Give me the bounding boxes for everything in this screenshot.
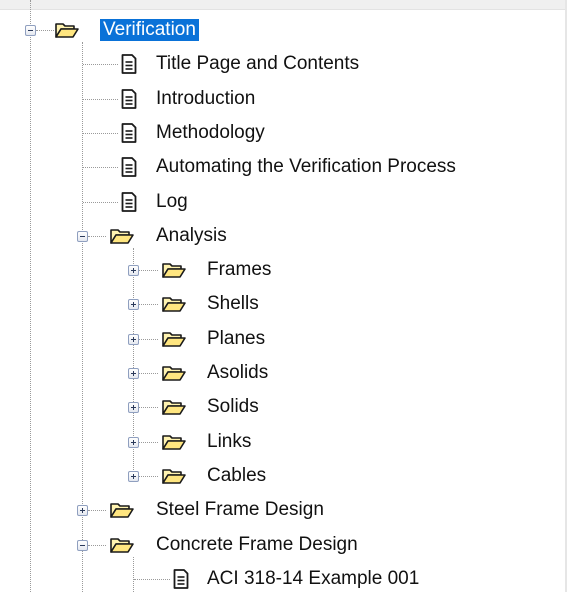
tree-connector-line [139,476,158,477]
tree-connector-line [83,64,118,65]
open-folder-icon [162,330,186,348]
collapse-toggle[interactable] [77,540,88,551]
tree-connector-line [30,0,31,592]
tree-connector-line [139,407,158,408]
tree-node-links[interactable]: Links [204,431,254,453]
expand-toggle[interactable] [128,471,139,482]
expand-toggle[interactable] [77,505,88,516]
tree-node-steel-frame-design[interactable]: Steel Frame Design [153,499,327,521]
tree-connector-line [139,270,158,271]
expand-toggle[interactable] [128,265,139,276]
collapse-toggle[interactable] [77,231,88,242]
tree-connector-line [83,133,118,134]
open-folder-icon [162,398,186,416]
tree-node-automating-the-verification-process[interactable]: Automating the Verification Process [153,156,459,178]
tree-node-concrete-frame-design[interactable]: Concrete Frame Design [153,534,361,556]
open-folder-icon [110,536,134,554]
expand-toggle[interactable] [128,299,139,310]
open-folder-icon [162,295,186,313]
tree-node-aci-318-14-example-001[interactable]: ACI 318-14 Example 001 [204,568,422,590]
document-icon [173,569,189,589]
tree-connector-line [139,304,158,305]
tree-node-asolids[interactable]: Asolids [204,362,271,384]
open-folder-icon [162,467,186,485]
tree-node-frames[interactable]: Frames [204,259,274,281]
expand-toggle[interactable] [128,402,139,413]
tree-connector-line [88,236,106,237]
tree-connector-line [139,339,158,340]
tree-node-analysis[interactable]: Analysis [153,225,230,247]
open-folder-icon [162,261,186,279]
tree-node-planes[interactable]: Planes [204,328,268,350]
tree-connector-line [83,99,118,100]
collapse-toggle[interactable] [25,25,36,36]
tree-node-introduction[interactable]: Introduction [153,88,258,110]
tree-node-cables[interactable]: Cables [204,465,269,487]
tree-node-shells[interactable]: Shells [204,293,262,315]
tree-connector-line [88,545,106,546]
document-icon [121,192,137,212]
tree-connector-line [134,579,170,580]
tree-connector-line [139,442,158,443]
tree-node-verification[interactable]: Verification [100,19,199,41]
open-folder-icon [110,227,134,245]
document-icon [121,89,137,109]
document-icon [121,123,137,143]
tree-connector-line [139,373,158,374]
tree-node-title-page-and-contents[interactable]: Title Page and Contents [153,53,362,75]
tree-node-methodology[interactable]: Methodology [153,122,268,144]
tree-node-solids[interactable]: Solids [204,396,262,418]
tree-node-log[interactable]: Log [153,191,191,213]
tree-connector-line [83,167,118,168]
open-folder-icon [162,364,186,382]
open-folder-icon [110,501,134,519]
tree-connector-line [88,510,106,511]
open-folder-icon [55,21,79,39]
expand-toggle[interactable] [128,368,139,379]
tree-connector-line [133,557,134,592]
open-folder-icon [162,433,186,451]
document-icon [121,157,137,177]
top-edge [0,0,567,10]
document-icon [121,54,137,74]
tree-connector-line [83,202,118,203]
expand-toggle[interactable] [128,334,139,345]
expand-toggle[interactable] [128,437,139,448]
tree-connector-line [36,30,54,31]
